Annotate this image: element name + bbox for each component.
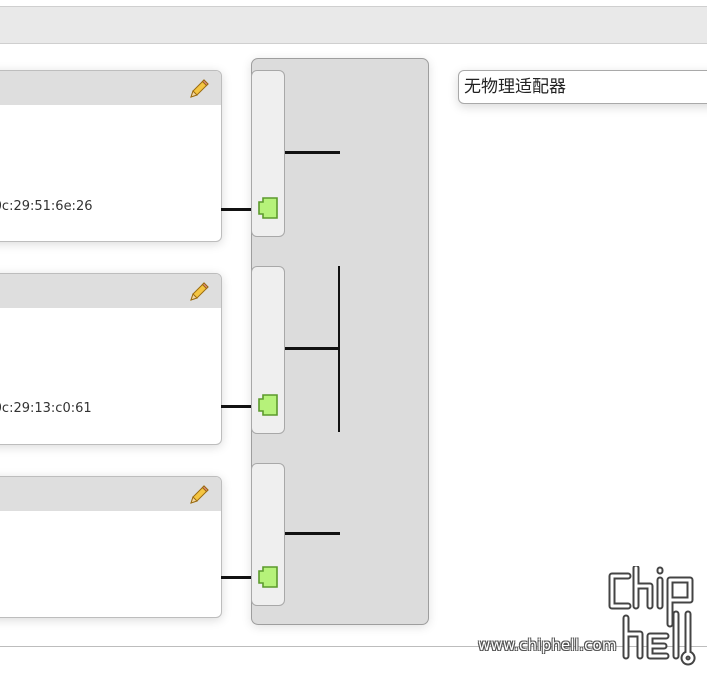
mac-address: 0:0c:29:51:6e:26 (0, 199, 93, 214)
vm-card-header (0, 274, 221, 308)
network-port-icon[interactable] (256, 196, 280, 220)
vm-card-header (0, 71, 221, 105)
mac-address: 0:0c:29:13:c0:61 (0, 401, 92, 416)
vm-card-3 (0, 476, 222, 618)
vm-connector-1 (221, 208, 253, 211)
switch-uplink-bus (338, 266, 340, 432)
network-port-icon[interactable] (256, 393, 280, 417)
vm-connector-2 (221, 405, 253, 408)
physical-adapter-box: 无物理适配器 (458, 70, 707, 104)
watermark-url: www.chiphell.com (478, 636, 617, 654)
pencil-icon[interactable] (187, 483, 211, 507)
vm-connector-3 (221, 576, 253, 579)
pencil-icon[interactable] (187, 77, 211, 101)
top-toolbar (0, 6, 707, 44)
chiphell-logo (608, 566, 696, 666)
switch-link-2 (285, 347, 340, 350)
switch-link-3 (285, 532, 340, 535)
switch-link-1 (285, 151, 340, 154)
vm-card-1: 0:0c:29:51:6e:26 (0, 70, 222, 242)
vm-card-header (0, 477, 221, 511)
pencil-icon[interactable] (187, 280, 211, 304)
network-port-icon[interactable] (256, 565, 280, 589)
vm-card-2: 0:0c:29:13:c0:61 (0, 273, 222, 445)
